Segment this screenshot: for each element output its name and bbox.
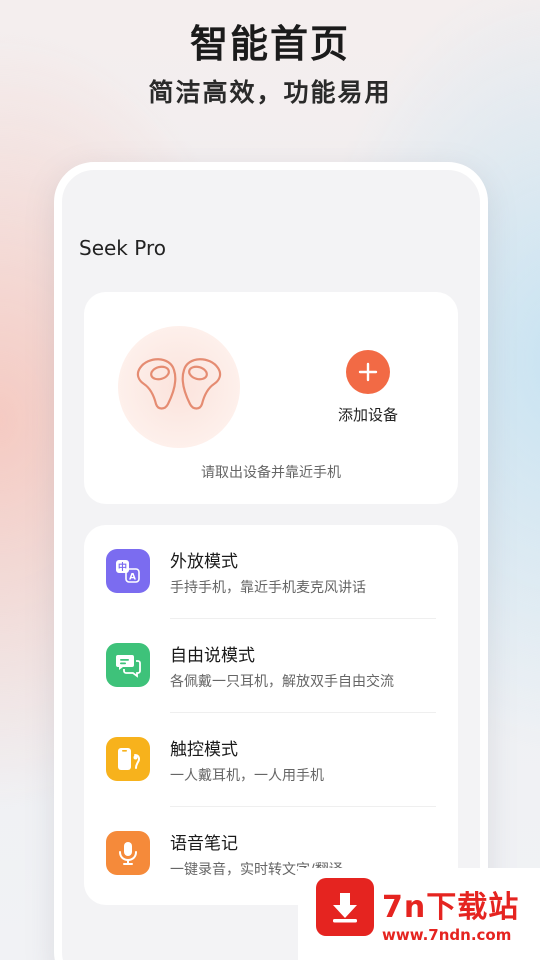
earbuds-icon xyxy=(136,358,222,410)
device-hint: 请取出设备并靠近手机 xyxy=(201,465,341,481)
device-name: Seek Pro xyxy=(79,236,166,260)
plus-icon xyxy=(358,362,378,382)
download-arrow-icon xyxy=(316,878,374,936)
mode-list: 中 A 外放模式 手持手机，靠近手机麦克风讲话 自由说模式 各佩戴一只耳机，解放… xyxy=(84,525,458,905)
mode-item-loudspeaker[interactable]: 中 A 外放模式 手持手机，靠近手机麦克风讲话 xyxy=(84,525,458,619)
chat-bubbles-icon xyxy=(106,643,150,687)
device-card: 添加设备 请取出设备并靠近手机 xyxy=(84,292,458,504)
page-subtitle: 简洁高效，功能易用 xyxy=(148,78,392,107)
page-header: 智能首页 简洁高效，功能易用 xyxy=(0,18,540,110)
translate-icon: 中 A xyxy=(106,549,150,593)
add-device-label[interactable]: 添加设备 xyxy=(328,404,408,425)
earbuds-image xyxy=(118,326,240,448)
mode-title: 外放模式 xyxy=(170,552,238,572)
microphone-icon xyxy=(106,831,150,875)
phone-mockup: Seek Pro 添加设备 请取出设备并靠近手机 中 A 外放模式 手持手机，靠… xyxy=(54,162,488,960)
add-device-button[interactable] xyxy=(346,350,390,394)
mode-description: 各佩戴一只耳机，解放双手自由交流 xyxy=(170,674,394,690)
watermark: 7n下载站 www.7ndn.com xyxy=(298,868,540,960)
mode-description: 一人戴耳机，一人用手机 xyxy=(170,768,324,784)
mode-description: 手持手机，靠近手机麦克风讲话 xyxy=(170,580,366,596)
watermark-name: 7n下载站 xyxy=(382,890,520,925)
mode-title: 触控模式 xyxy=(170,740,238,760)
phone-earbud-icon xyxy=(106,737,150,781)
watermark-url: www.7ndn.com xyxy=(382,926,512,944)
mode-item-free-talk[interactable]: 自由说模式 各佩戴一只耳机，解放双手自由交流 xyxy=(84,619,458,713)
page-title: 智能首页 xyxy=(189,22,350,66)
mode-title: 语音笔记 xyxy=(170,834,238,854)
mode-item-touch[interactable]: 触控模式 一人戴耳机，一人用手机 xyxy=(84,713,458,807)
mode-title: 自由说模式 xyxy=(170,646,255,666)
svg-text:A: A xyxy=(129,573,136,583)
